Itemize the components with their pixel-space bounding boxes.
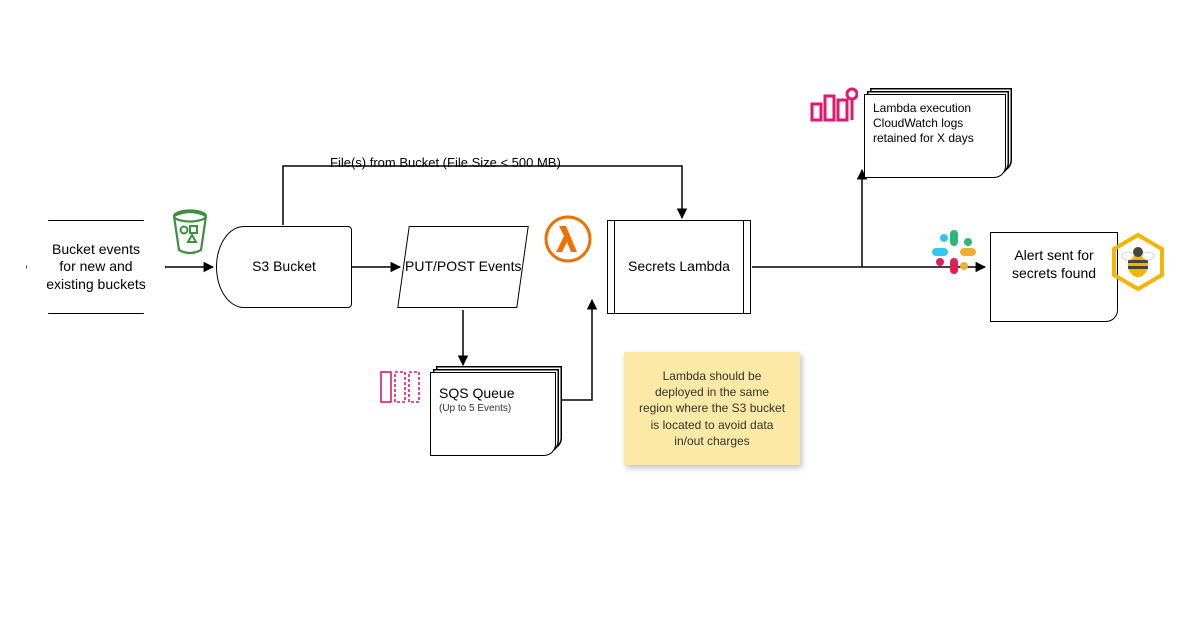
sqs-icon (380, 370, 424, 404)
deployment-note: Lambda should be deployed in the same re… (624, 352, 800, 465)
sqs-queue-node: SQS Queue (Up to 5 Events) (430, 372, 556, 456)
diagram-canvas: Bucket events for new and existing bucke… (0, 0, 1200, 630)
bucket-events-label: Bucket events for new and existing bucke… (45, 241, 147, 294)
s3-bucket-label: S3 Bucket (252, 258, 316, 276)
s3-bucket-icon (168, 206, 212, 256)
cloudwatch-label: Lambda execution CloudWatch logs retaine… (873, 101, 974, 145)
secrets-lambda-label: Secrets Lambda (628, 258, 730, 276)
alert-node: Alert sent for secrets found (990, 232, 1118, 322)
honeycomb-icon (1110, 232, 1166, 292)
sqs-sub: (Up to 5 Events) (439, 403, 547, 416)
put-post-label: PUT/POST Events (405, 258, 521, 276)
s3-bucket-node: S3 Bucket (216, 226, 352, 308)
put-post-node: PUT/POST Events (397, 226, 529, 308)
cloudwatch-node: Lambda execution CloudWatch logs retaine… (864, 94, 1006, 178)
bucket-events-node: Bucket events for new and existing bucke… (26, 220, 166, 314)
sqs-title: SQS Queue (439, 385, 547, 403)
deployment-note-text: Lambda should be deployed in the same re… (639, 369, 785, 448)
slack-icon (928, 226, 980, 278)
alert-label: Alert sent for secrets found (1012, 247, 1096, 281)
cloudwatch-icon (810, 84, 858, 124)
files-from-bucket-label: File(s) from Bucket (File Size < 500 MB) (330, 155, 561, 170)
secrets-lambda-node: Secrets Lambda (614, 220, 744, 314)
lambda-icon (544, 215, 592, 263)
